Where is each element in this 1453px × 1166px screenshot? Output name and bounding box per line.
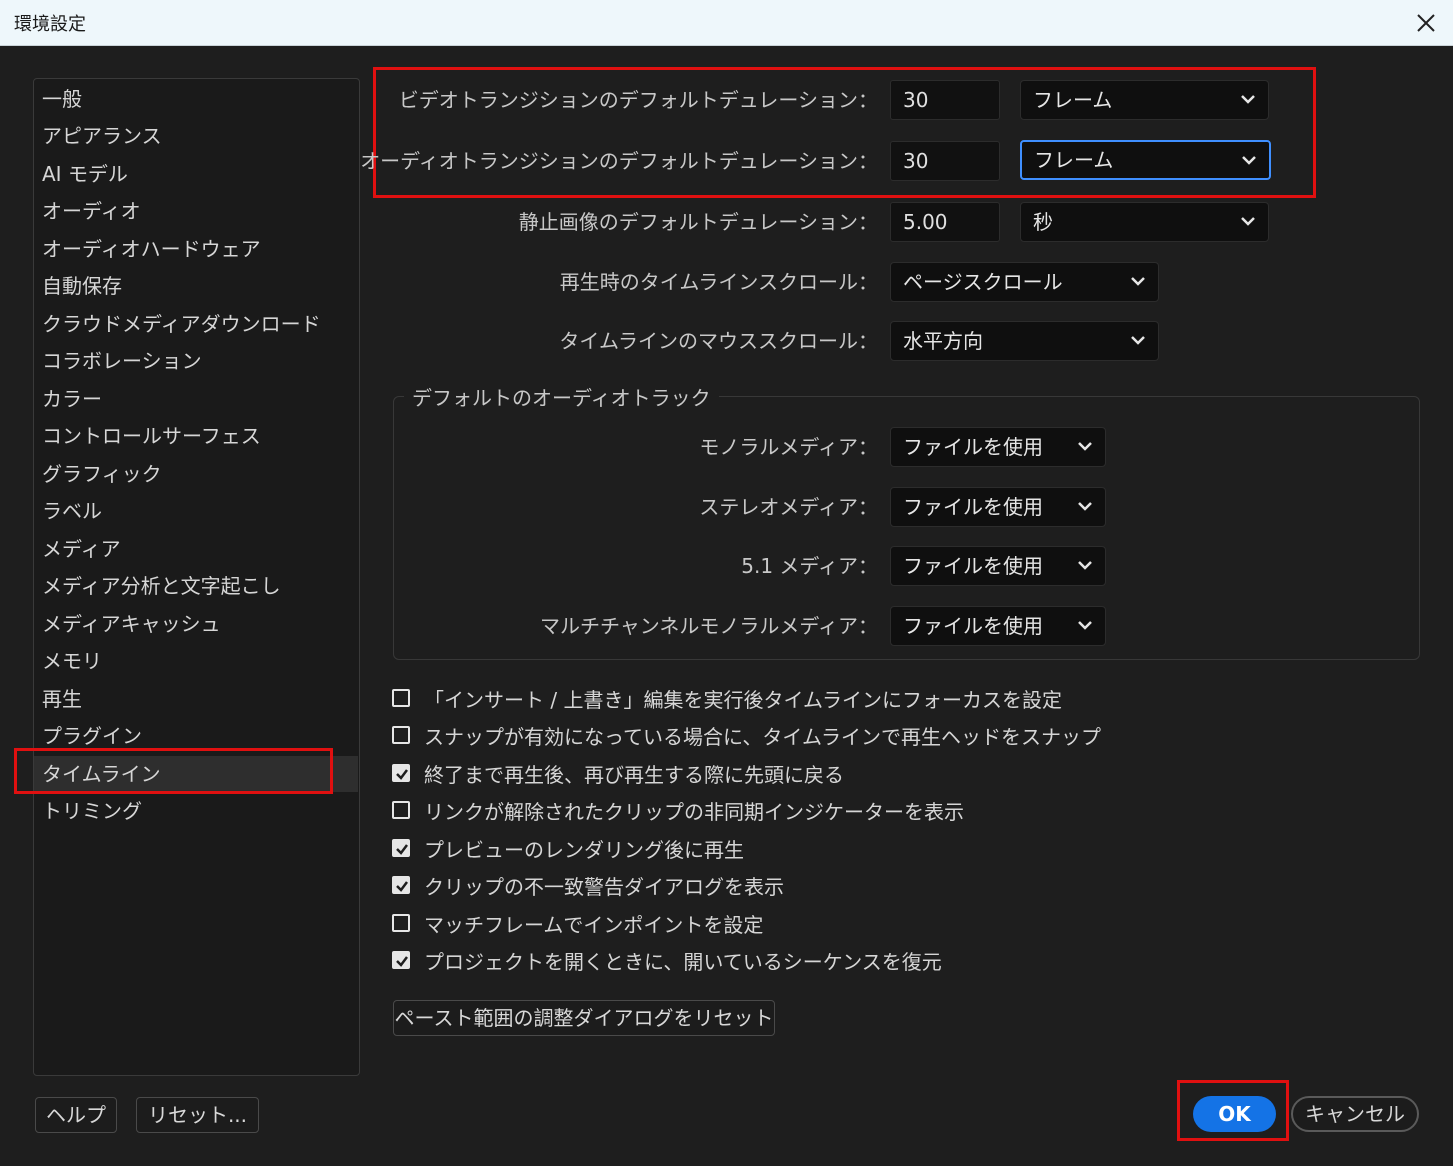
checkbox-restore-sequences[interactable] (392, 951, 410, 969)
checkbox-row-play-after-render[interactable]: プレビューのレンダリング後に再生 (392, 833, 744, 863)
checkbox-row-restore-sequences[interactable]: プロジェクトを開くときに、開いているシーケンスを復元 (392, 945, 942, 975)
checkmark-icon (396, 956, 408, 967)
checkbox-label: マッチフレームでインポイントを設定 (424, 912, 764, 937)
window-title: 環境設定 (14, 14, 86, 35)
multichannel-mono-value: ファイルを使用 (903, 614, 1043, 638)
multichannel-mono-select[interactable]: ファイルを使用 (890, 606, 1106, 646)
chevron-down-icon (1078, 561, 1092, 570)
chevron-down-icon (1078, 442, 1092, 451)
sidebar-item-ai-model[interactable]: AI モデル (34, 156, 358, 192)
mono-media-select[interactable]: ファイルを使用 (890, 427, 1106, 467)
audio-transition-unit-value: フレーム (1034, 148, 1114, 172)
video-transition-unit-select[interactable]: フレーム (1020, 80, 1269, 120)
video-transition-label: ビデオトランジションのデフォルトデュレーション： (398, 88, 878, 112)
checkbox-label: プレビューのレンダリング後に再生 (424, 837, 744, 862)
surround-media-value: ファイルを使用 (903, 554, 1043, 578)
default-audio-tracks-title: デフォルトのオーディオトラック (404, 382, 719, 411)
sidebar-item-cloud-media-download[interactable]: クラウドメディアダウンロード (34, 306, 358, 342)
sidebar-item-control-surface[interactable]: コントロールサーフェス (34, 418, 358, 454)
video-transition-unit-value: フレーム (1033, 88, 1113, 112)
multichannel-mono-label: マルチチャンネルモノラルメディア： (540, 614, 878, 638)
still-image-label: 静止画像のデフォルトデュレーション： (518, 210, 878, 234)
chevron-down-icon (1241, 95, 1255, 104)
checkbox-row-return-to-start[interactable]: 終了まで再生後、再び再生する際に先頭に戻る (392, 758, 844, 788)
chevron-down-icon (1078, 502, 1092, 511)
checkbox-row-out-of-sync[interactable]: リンクが解除されたクリップの非同期インジケーターを表示 (392, 795, 964, 825)
still-image-unit-value: 秒 (1033, 210, 1053, 234)
mono-media-label: モノラルメディア： (699, 435, 878, 459)
reset-button[interactable]: リセット... (136, 1097, 259, 1133)
chevron-down-icon (1078, 621, 1092, 630)
still-image-unit-select[interactable]: 秒 (1020, 202, 1269, 242)
title-bar: 環境設定 (0, 0, 1453, 46)
checkbox-label: 終了まで再生後、再び再生する際に先頭に戻る (424, 762, 844, 787)
mouse-scroll-label: タイムラインのマウススクロール： (559, 329, 878, 353)
playback-scroll-select[interactable]: ページスクロール (890, 262, 1159, 302)
checkmark-icon (396, 769, 408, 780)
sidebar-item-general[interactable]: 一般 (34, 81, 358, 117)
ok-button[interactable]: OK (1193, 1096, 1276, 1132)
checkbox-label: リンクが解除されたクリップの非同期インジケーターを表示 (424, 799, 964, 824)
checkbox-match-frame[interactable] (392, 914, 410, 932)
checkbox-row-focus-timeline[interactable]: 「インサート / 上書き」編集を実行後タイムラインにフォーカスを設定 (392, 683, 1062, 713)
surround-media-label: 5.1 メディア： (741, 554, 878, 578)
sidebar-item-appearance[interactable]: アピアランス (34, 118, 358, 154)
sidebar-item-collaboration[interactable]: コラボレーション (34, 343, 358, 379)
sidebar-item-audio-hardware[interactable]: オーディオハードウェア (34, 231, 358, 267)
category-list: 一般 アピアランス AI モデル オーディオ オーディオハードウェア 自動保存 … (33, 78, 360, 1076)
checkmark-icon (396, 844, 408, 855)
sidebar-item-media[interactable]: メディア (34, 531, 358, 567)
sidebar-item-media-analysis[interactable]: メディア分析と文字起こし (34, 568, 358, 604)
chevron-down-icon (1241, 217, 1255, 226)
checkbox-row-snap-playhead[interactable]: スナップが有効になっている場合に、タイムラインで再生ヘッドをスナップ (392, 720, 1101, 750)
playback-scroll-label: 再生時のタイムラインスクロール： (559, 270, 878, 294)
sidebar-item-memory[interactable]: メモリ (34, 643, 358, 679)
stereo-media-label: ステレオメディア： (699, 495, 878, 519)
checkbox-row-mismatch-warning[interactable]: クリップの不一致警告ダイアログを表示 (392, 870, 784, 900)
checkbox-label: クリップの不一致警告ダイアログを表示 (424, 874, 784, 899)
playback-scroll-value: ページスクロール (903, 270, 1063, 294)
checkbox-out-of-sync[interactable] (392, 801, 410, 819)
checkbox-label: スナップが有効になっている場合に、タイムラインで再生ヘッドをスナップ (424, 724, 1101, 749)
mouse-scroll-select[interactable]: 水平方向 (890, 321, 1159, 361)
stereo-media-value: ファイルを使用 (903, 495, 1043, 519)
audio-transition-duration-input[interactable]: 30 (890, 141, 1000, 181)
video-transition-duration-input[interactable]: 30 (890, 80, 1000, 120)
sidebar-item-labels[interactable]: ラベル (34, 493, 358, 529)
checkbox-label: 「インサート / 上書き」編集を実行後タイムラインにフォーカスを設定 (424, 687, 1063, 712)
chevron-down-icon (1242, 156, 1256, 165)
reset-paste-dialog-button[interactable]: ペースト範囲の調整ダイアログをリセット (393, 1000, 775, 1036)
checkbox-row-match-frame[interactable]: マッチフレームでインポイントを設定 (392, 908, 763, 938)
checkbox-snap-playhead[interactable] (392, 726, 410, 744)
help-button[interactable]: ヘルプ (35, 1097, 117, 1133)
close-icon (1417, 14, 1435, 32)
still-image-duration-input[interactable]: 5.00 (890, 202, 1000, 242)
sidebar-item-auto-save[interactable]: 自動保存 (34, 268, 358, 304)
audio-transition-unit-select[interactable]: フレーム (1020, 140, 1271, 180)
close-button[interactable] (1409, 6, 1443, 40)
sidebar-item-audio[interactable]: オーディオ (34, 193, 358, 229)
checkbox-focus-timeline[interactable] (392, 689, 410, 707)
sidebar-item-color[interactable]: カラー (34, 381, 358, 417)
checkbox-return-to-start[interactable] (392, 764, 410, 782)
sidebar-item-media-cache[interactable]: メディアキャッシュ (34, 606, 358, 642)
checkmark-icon (396, 881, 408, 892)
checkbox-play-after-render[interactable] (392, 839, 410, 857)
sidebar-item-playback[interactable]: 再生 (34, 681, 358, 717)
audio-transition-label: オーディオトランジションのデフォルトデュレーション： (360, 149, 878, 173)
mono-media-value: ファイルを使用 (903, 435, 1043, 459)
chevron-down-icon (1131, 336, 1145, 345)
checkbox-mismatch-warning[interactable] (392, 876, 410, 894)
checkbox-label: プロジェクトを開くときに、開いているシーケンスを復元 (424, 949, 942, 974)
cancel-button[interactable]: キャンセル (1291, 1096, 1419, 1132)
sidebar-item-timeline[interactable]: タイムライン (34, 756, 358, 792)
sidebar-item-trimming[interactable]: トリミング (34, 793, 358, 829)
chevron-down-icon (1131, 277, 1145, 286)
sidebar-item-graphics[interactable]: グラフィック (34, 456, 358, 492)
sidebar-item-plugins[interactable]: プラグイン (34, 718, 358, 754)
surround-media-select[interactable]: ファイルを使用 (890, 546, 1106, 586)
stereo-media-select[interactable]: ファイルを使用 (890, 487, 1106, 527)
mouse-scroll-value: 水平方向 (903, 329, 983, 353)
